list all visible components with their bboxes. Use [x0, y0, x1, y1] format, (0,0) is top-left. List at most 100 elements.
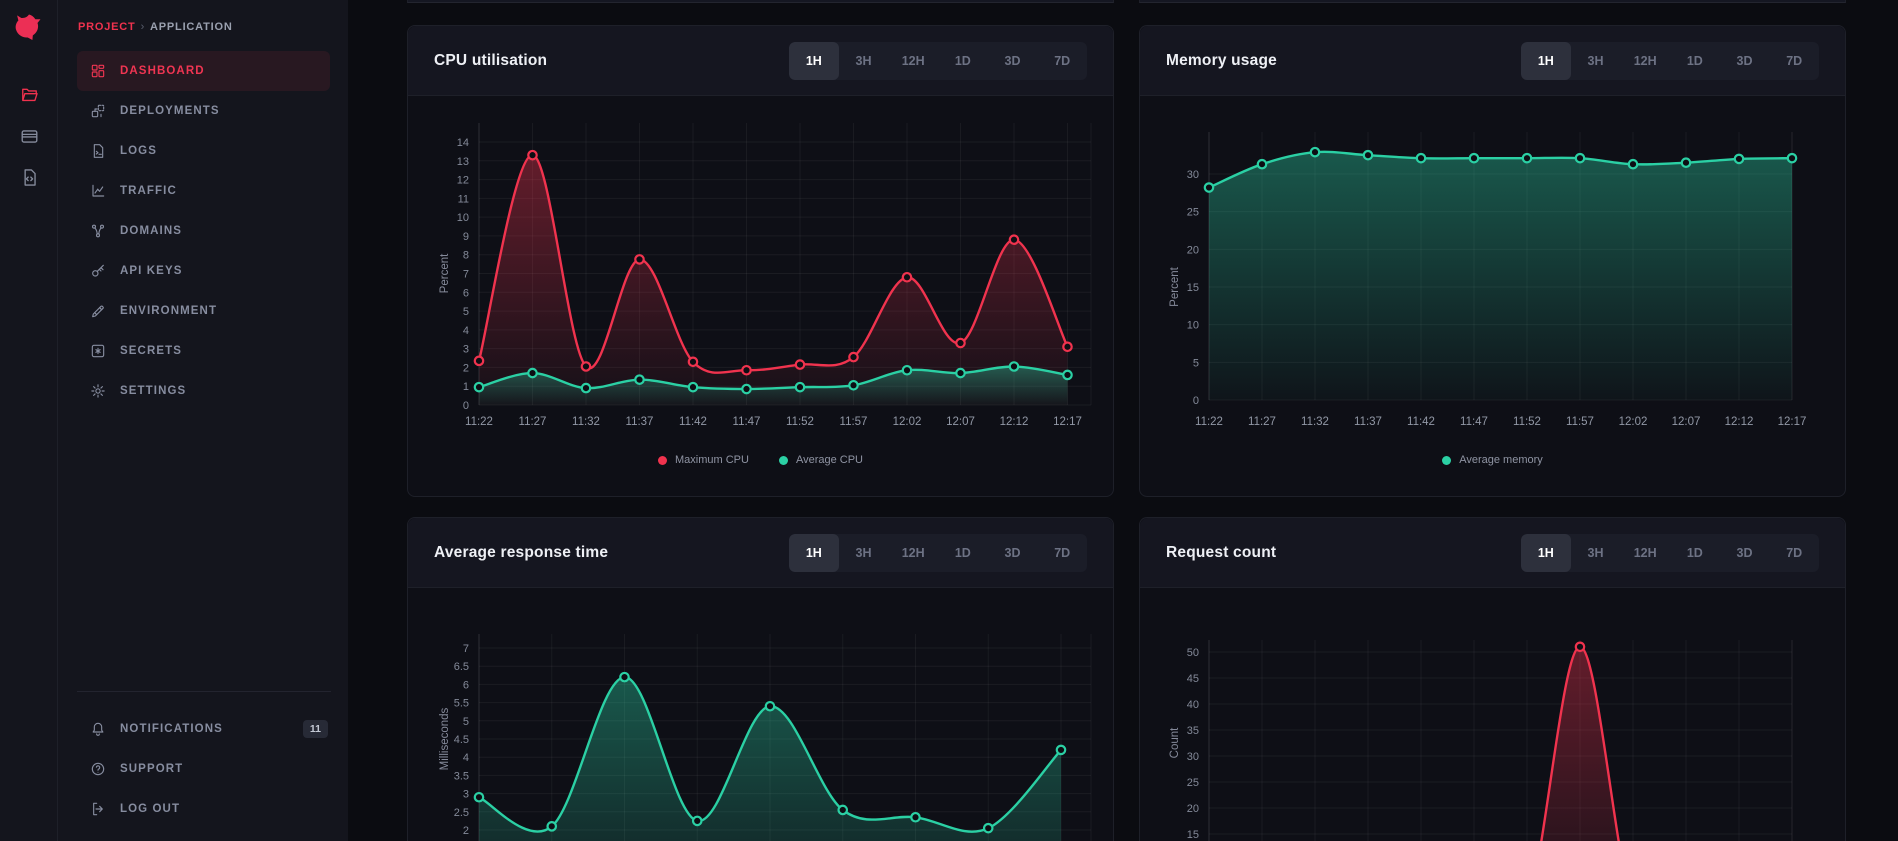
rail-item-code[interactable] [0, 160, 58, 194]
data-point [796, 383, 804, 391]
x-tick-label: 12:07 [946, 416, 975, 428]
chart-title: Memory usage [1166, 52, 1277, 70]
legend-item[interactable]: Average memory [1442, 454, 1543, 466]
data-point [1205, 183, 1213, 191]
timerange-button-3d[interactable]: 3D [1720, 42, 1770, 80]
sidebar-item-domains[interactable]: DOMAINS [77, 211, 330, 251]
x-tick-label: 11:42 [1407, 416, 1435, 428]
data-point [1057, 746, 1065, 754]
timerange-button-12h[interactable]: 12H [1620, 42, 1670, 80]
x-tick-label: 11:32 [572, 416, 600, 428]
rail-item-billing[interactable] [0, 119, 58, 153]
chart-title: CPU utilisation [434, 52, 547, 70]
sidebar-item-deployments[interactable]: DEPLOYMENTS [77, 91, 330, 131]
rail-item-projects[interactable] [0, 77, 58, 111]
timerange-button-12h[interactable]: 12H [888, 534, 938, 572]
timerange-button-1h[interactable]: 1H [789, 534, 839, 572]
data-point [1788, 154, 1796, 162]
timerange-button-3h[interactable]: 3H [839, 534, 889, 572]
timerange-button-7d[interactable]: 7D [1037, 534, 1087, 572]
sidebar-item-notifications[interactable]: NOTIFICATIONS11 [77, 709, 330, 749]
timerange-button-12h[interactable]: 12H [888, 42, 938, 80]
sidebar-item-logout[interactable]: LOG OUT [77, 789, 330, 829]
timerange-button-3h[interactable]: 3H [1571, 534, 1621, 572]
timerange-button-7d[interactable]: 7D [1769, 534, 1819, 572]
timerange-button-1d[interactable]: 1D [1670, 534, 1720, 572]
data-point [796, 360, 804, 368]
breadcrumb-application[interactable]: APPLICATION [150, 21, 233, 33]
sidebar-item-traffic[interactable]: TRAFFIC [77, 171, 330, 211]
breadcrumb[interactable]: PROJECT›APPLICATION [78, 21, 233, 33]
legend-dot-icon [779, 456, 788, 465]
timerange-button-group: 1H3H12H1D3D7D [1521, 42, 1819, 80]
x-tick-label: 11:27 [519, 416, 547, 428]
y-tick-label: 20 [1187, 244, 1199, 256]
timerange-button-1d[interactable]: 1D [1670, 42, 1720, 80]
y-tick-label: 35 [1187, 725, 1199, 737]
chart-plot-response: 76.565.554.543.532.52Milliseconds [408, 588, 1115, 841]
data-point [1417, 154, 1425, 162]
data-point [1576, 643, 1584, 651]
sidebar-item-logs[interactable]: LOGS [77, 131, 330, 171]
data-point [1629, 160, 1637, 168]
card-cpu: CPU utilisation1H3H12H1D3D7D141312111098… [407, 25, 1114, 497]
cutoff-card-bottom-right [1139, 0, 1846, 3]
timerange-button-12h[interactable]: 12H [1620, 534, 1670, 572]
x-tick-label: 12:17 [1778, 416, 1807, 428]
x-tick-label: 12:17 [1053, 416, 1082, 428]
y-tick-label: 2.5 [454, 807, 469, 819]
y-axis-title: Milliseconds [439, 707, 451, 770]
timerange-button-7d[interactable]: 7D [1769, 42, 1819, 80]
y-tick-label: 8 [463, 250, 469, 262]
legend-label: Average CPU [796, 454, 863, 466]
bell-icon [90, 721, 106, 737]
chart-legend: Maximum CPU Average CPU [408, 454, 1113, 466]
y-tick-label: 7 [463, 269, 469, 281]
sidebar-item-environment[interactable]: ENVIRONMENT [77, 291, 330, 331]
data-point [839, 806, 847, 814]
sidebar-item-label: DOMAINS [120, 225, 182, 237]
timerange-button-3d[interactable]: 3D [988, 42, 1038, 80]
card-header: Memory usage 1H3H12H1D3D7D [1140, 26, 1845, 96]
y-tick-label: 45 [1187, 673, 1199, 685]
sidebar-item-settings[interactable]: SETTINGS [77, 371, 330, 411]
timerange-button-1d[interactable]: 1D [938, 534, 988, 572]
y-tick-label: 20 [1187, 803, 1199, 815]
x-tick-label: 11:32 [1301, 416, 1329, 428]
sidebar-divider [77, 691, 331, 692]
legend-item[interactable]: Average CPU [779, 454, 863, 466]
x-tick-label: 11:47 [1460, 416, 1488, 428]
sidebar-item-dashboard[interactable]: DASHBOARD [77, 51, 330, 91]
timerange-button-1d[interactable]: 1D [938, 42, 988, 80]
data-point [582, 362, 590, 370]
x-tick-label: 12:02 [1619, 416, 1648, 428]
sidebar-item-support[interactable]: SUPPORT [77, 749, 330, 789]
y-tick-label: 14 [457, 137, 469, 149]
timerange-button-1h[interactable]: 1H [1521, 42, 1571, 80]
timerange-button-3d[interactable]: 3D [988, 534, 1038, 572]
timerange-button-3h[interactable]: 3H [839, 42, 889, 80]
y-tick-label: 3 [463, 344, 469, 356]
data-point [1523, 154, 1531, 162]
pen-icon [90, 303, 106, 319]
y-tick-label: 4 [463, 752, 469, 764]
sidebar-item-secrets[interactable]: SECRETS [77, 331, 330, 371]
data-point [849, 353, 857, 361]
data-point [1010, 362, 1018, 370]
data-point [689, 383, 697, 391]
timerange-button-1h[interactable]: 1H [789, 42, 839, 80]
x-tick-label: 12:12 [1725, 416, 1754, 428]
x-tick-label: 11:37 [1354, 416, 1382, 428]
legend-item[interactable]: Maximum CPU [658, 454, 749, 466]
data-point [475, 793, 483, 801]
legend-dot-icon [658, 456, 667, 465]
timerange-button-3h[interactable]: 3H [1571, 42, 1621, 80]
data-point [693, 817, 701, 825]
breadcrumb-project[interactable]: PROJECT [78, 21, 136, 33]
timerange-button-3d[interactable]: 3D [1720, 534, 1770, 572]
x-tick-label: 11:57 [1566, 416, 1594, 428]
sidebar-item-label: DASHBOARD [120, 65, 205, 77]
sidebar-item-api-keys[interactable]: API KEYS [77, 251, 330, 291]
timerange-button-7d[interactable]: 7D [1037, 42, 1087, 80]
timerange-button-1h[interactable]: 1H [1521, 534, 1571, 572]
